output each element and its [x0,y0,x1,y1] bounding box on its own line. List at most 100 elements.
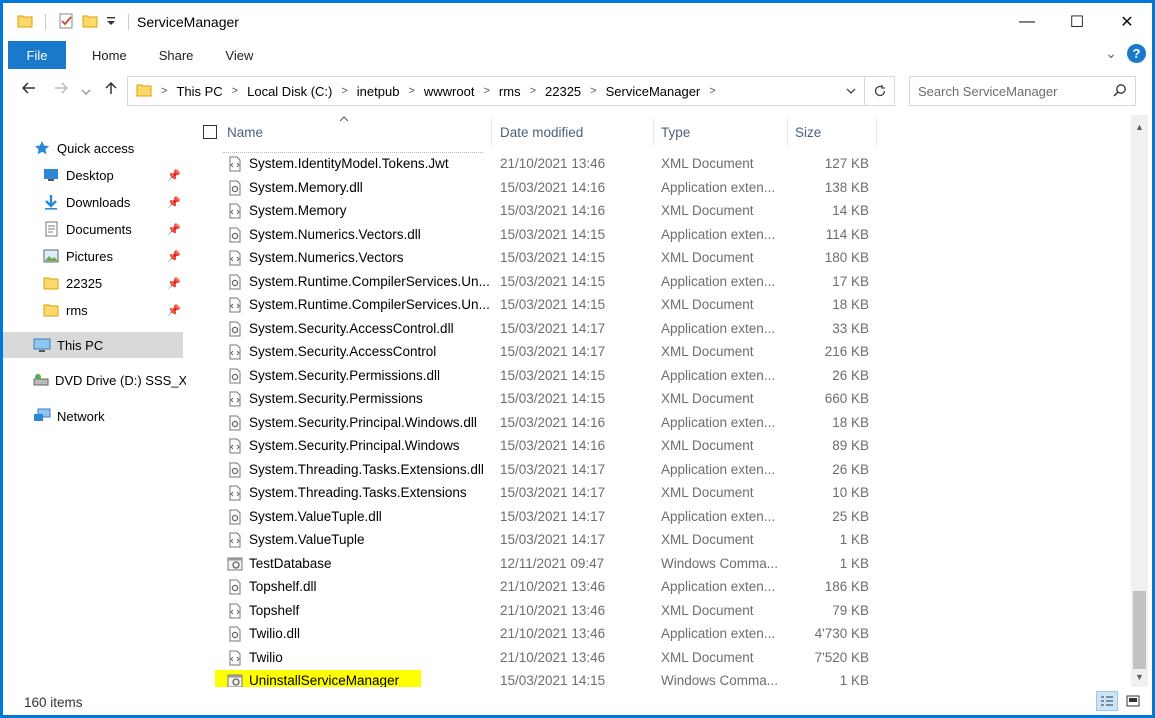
nav-quick-access[interactable]: Quick access [3,135,183,161]
nav-downloads[interactable]: Downloads 📌 [3,189,183,215]
pin-icon[interactable]: 📌 [167,277,181,290]
breadcrumb-servicemanager[interactable]: ServiceManager [600,84,707,99]
column-header-type[interactable]: Type [661,115,786,149]
column-header-size[interactable]: Size [795,115,875,149]
scroll-down-arrow-icon[interactable]: ▼ [1131,668,1148,685]
file-row[interactable]: UninstallServiceManager 15/03/2021 14:15 W… [215,669,1129,687]
file-row[interactable]: Twilio 21/10/2021 13:46 XML Document 7'520 … [215,646,1129,670]
dll-file-icon [227,227,243,243]
pin-icon[interactable]: 📌 [167,250,181,263]
select-all-checkbox[interactable] [203,125,217,139]
tab-view[interactable]: View [209,41,269,69]
chevron-right-icon[interactable]: > [405,85,417,97]
nav-this-pc[interactable]: This PC [3,332,183,358]
file-row[interactable]: System.Threading.Tasks.Extensions.dll 15/… [215,458,1129,482]
pin-icon[interactable]: 📌 [167,196,181,209]
column-divider[interactable] [653,119,654,145]
minimize-button[interactable]: — [1002,3,1052,41]
file-row[interactable]: Topshelf.dll 21/10/2021 13:46 Application … [215,575,1129,599]
file-row[interactable]: Topshelf 21/10/2021 13:46 XML Document 79 K… [215,599,1129,623]
file-row[interactable]: System.Security.Principal.Windows.dll 15/… [215,411,1129,435]
properties-icon[interactable] [58,13,74,32]
back-arrow-icon[interactable] [21,80,37,101]
up-arrow-icon[interactable] [103,80,119,101]
expand-ribbon-chevron-icon[interactable]: ⌄ [1105,45,1117,62]
window-title: ServiceManager [137,14,239,30]
file-row[interactable]: System.Security.AccessControl 15/03/2021 … [215,340,1129,364]
close-button[interactable]: ✕ [1102,3,1152,41]
file-row[interactable]: TestDatabase 12/11/2021 09:47 Windows Comm… [215,552,1129,576]
breadcrumb-local-disk[interactable]: Local Disk (C:) [241,84,338,99]
column-header-name[interactable]: Name [227,115,487,149]
file-row[interactable]: System.Numerics.Vectors.dll 15/03/2021 14… [215,223,1129,247]
pin-icon[interactable]: 📌 [167,223,181,236]
tab-home[interactable]: Home [76,41,143,69]
tab-share[interactable]: Share [143,41,210,69]
address-history-chevron-icon[interactable] [838,77,864,105]
recent-locations-chevron-icon[interactable] [81,83,91,101]
nav-desktop[interactable]: Desktop 📌 [3,162,183,188]
xml-file-icon [227,391,243,407]
file-row[interactable]: System.IdentityModel.Tokens.Jwt 21/10/202… [215,152,1129,176]
address-bar[interactable]: > This PC > Local Disk (C:) > inetpub > … [127,76,895,106]
file-type: Application exten... [661,226,776,242]
details-view-icon[interactable] [1096,691,1118,711]
search-input[interactable] [918,83,1098,99]
column-divider[interactable] [787,119,788,145]
file-row[interactable]: System.Security.AccessControl.dll 15/03/2… [215,317,1129,341]
breadcrumb-this-pc[interactable]: This PC [170,84,228,99]
file-row[interactable]: System.Memory.dll 15/03/2021 14:16 Applica… [215,176,1129,200]
scroll-up-arrow-icon[interactable]: ▲ [1131,118,1148,135]
file-type: Application exten... [661,179,776,195]
pin-icon[interactable]: 📌 [167,169,181,182]
file-row[interactable]: System.ValueTuple.dll 15/03/2021 14:17 App… [215,505,1129,529]
file-row[interactable]: System.Runtime.CompilerServices.Un... 15/… [215,270,1129,294]
breadcrumb-wwwroot[interactable]: wwwroot [418,84,481,99]
file-date-modified: 15/03/2021 14:17 [500,532,606,548]
chevron-right-icon[interactable]: > [158,85,170,97]
chevron-right-icon[interactable]: > [527,85,539,97]
folder-icon[interactable] [17,13,33,32]
maximize-button[interactable]: ☐ [1052,3,1102,41]
new-folder-icon[interactable] [82,13,98,32]
chevron-right-icon[interactable]: > [338,85,350,97]
column-divider[interactable] [876,119,877,145]
file-row[interactable]: System.ValueTuple 15/03/2021 14:17 XML Doc… [215,528,1129,552]
refresh-icon[interactable] [864,77,894,105]
breadcrumb-rms[interactable]: rms [493,84,527,99]
scrollbar-thumb[interactable] [1133,591,1146,669]
vertical-scrollbar[interactable]: ▲ ▼ [1131,115,1148,687]
file-row[interactable]: System.Threading.Tasks.Extensions 15/03/2… [215,481,1129,505]
nav-folder-22325[interactable]: 22325 📌 [3,270,183,296]
star-icon [33,140,51,156]
file-row[interactable]: System.Memory 15/03/2021 14:16 XML Documen… [215,199,1129,223]
nav-documents[interactable]: Documents 📌 [3,216,183,242]
help-button[interactable]: ? [1127,44,1146,63]
file-row[interactable]: Twilio.dll 21/10/2021 13:46 Application ex… [215,622,1129,646]
tab-file[interactable]: File [8,41,66,69]
pin-icon[interactable]: 📌 [167,304,181,317]
forward-arrow-icon[interactable] [53,80,69,101]
xml-file-icon [227,438,243,454]
search-icon[interactable] [1113,83,1127,100]
column-divider[interactable] [491,119,492,145]
breadcrumb-inetpub[interactable]: inetpub [351,84,406,99]
file-row[interactable]: System.Security.Permissions 15/03/2021 14… [215,387,1129,411]
search-box[interactable] [909,76,1136,106]
customize-qa-dropdown-icon[interactable] [106,15,116,30]
large-icons-view-icon[interactable] [1122,691,1144,711]
chevron-right-icon[interactable]: > [706,85,718,97]
file-row[interactable]: System.Numerics.Vectors 15/03/2021 14:15 X… [215,246,1129,270]
nav-folder-rms[interactable]: rms 📌 [3,297,183,323]
nav-network[interactable]: Network [3,403,183,429]
breadcrumb-22325[interactable]: 22325 [539,84,587,99]
file-row[interactable]: System.Security.Principal.Windows 15/03/2… [215,434,1129,458]
column-header-date[interactable]: Date modified [500,115,650,149]
chevron-right-icon[interactable]: > [587,85,599,97]
chevron-right-icon[interactable]: > [480,85,492,97]
file-row[interactable]: System.Security.Permissions.dll 15/03/202… [215,364,1129,388]
nav-dvd-drive[interactable]: DVD Drive (D:) SSS_X6 [3,367,186,393]
chevron-right-icon[interactable]: > [229,85,241,97]
nav-pictures[interactable]: Pictures 📌 [3,243,183,269]
file-row[interactable]: System.Runtime.CompilerServices.Un... 15/… [215,293,1129,317]
